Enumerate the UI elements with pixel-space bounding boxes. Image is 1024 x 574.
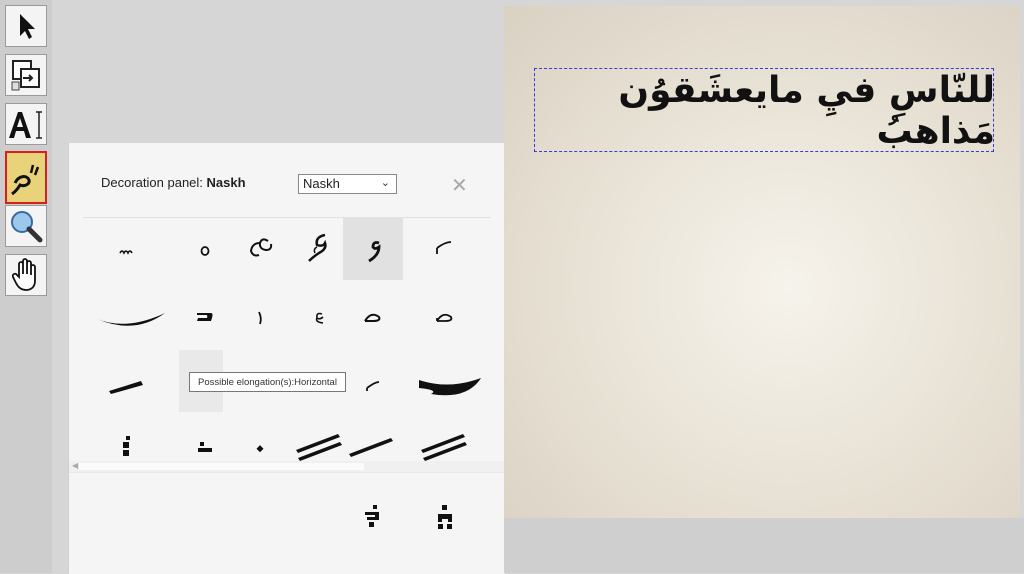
decoration-glyph[interactable] [175, 218, 235, 280]
glyph-grid-overflow [69, 472, 505, 574]
decoration-glyph[interactable] [415, 487, 475, 549]
copy-tool-button[interactable] [5, 54, 47, 96]
cursor-arrow-icon [20, 14, 35, 39]
three-dots-glyph-icon [123, 436, 130, 456]
ain-glyph-icon [249, 238, 273, 257]
dal-glyph-icon [197, 313, 213, 321]
panel-title-prefix: Decoration panel: [101, 175, 203, 190]
tool-palette [0, 0, 52, 573]
decoration-glyph[interactable] [96, 353, 156, 415]
elongation-tooltip: Possible elongation(s):Horizontal [189, 372, 346, 392]
kashida-short-glyph-icon [109, 381, 143, 394]
decoration-glyph[interactable] [343, 487, 403, 549]
decoration-tool-button[interactable] [5, 151, 47, 204]
double-fatha-alt-glyph-icon [421, 434, 467, 461]
chevron-down-icon: ⌄ [380, 177, 390, 189]
close-icon[interactable]: ✕ [451, 175, 468, 195]
panel-style-name: Naskh [206, 175, 246, 190]
workspace-bottom [504, 518, 1024, 573]
alef-glyph-icon [258, 311, 262, 325]
decoration-glyph[interactable] [415, 287, 475, 349]
calligraphy-text[interactable]: للنّاسِ فيِ مايعشَقوُن مَذاهبُ [535, 69, 995, 153]
decoration-glyph[interactable] [96, 218, 156, 280]
zoom-tool-button[interactable] [5, 205, 47, 247]
ornament-glyph-icon [308, 233, 327, 262]
dotted-pe-glyph-icon [365, 505, 379, 527]
scroll-left-icon[interactable]: ◀ [72, 461, 78, 470]
decoration-glyph[interactable] [175, 287, 235, 349]
decoration-glyph[interactable] [343, 353, 403, 415]
glyph-grid-scrollbar[interactable]: ◀ [69, 461, 505, 472]
scrollbar-thumb[interactable] [79, 463, 364, 470]
selected-text-box[interactable]: للنّاسِ فيِ مايعشَقوُن مَذاهبُ [534, 68, 995, 153]
copy-paste-icon [11, 60, 40, 91]
decoration-glyph[interactable] [91, 287, 171, 349]
decoration-panel: Decoration panel: Naskh Naskh ⌄ ✕ Possib… [68, 143, 505, 574]
waw-glyph-icon [368, 241, 381, 263]
decoration-glyph[interactable] [289, 218, 349, 280]
decoration-glyph[interactable] [343, 287, 403, 349]
kashida-long-glyph-icon [97, 313, 165, 326]
style-select-value: Naskh [303, 176, 340, 191]
workspace-background [52, 0, 504, 143]
sad-glyph-icon [436, 313, 453, 322]
two-dots-glyph-icon [198, 442, 212, 452]
decoration-glyph[interactable] [415, 218, 475, 280]
decoration-glyph[interactable] [409, 353, 489, 415]
kasra-small-glyph-icon [366, 381, 380, 391]
kasra-glyph-icon [436, 241, 452, 254]
swash-glyph-icon [419, 378, 481, 396]
text-cursor-icon [9, 111, 42, 139]
sad-small-glyph-icon [364, 313, 381, 322]
decoration-glyph[interactable] [230, 287, 290, 349]
double-fatha-glyph-icon [296, 434, 342, 461]
arabic-diacritic-icon [11, 164, 40, 195]
select-tool-button[interactable] [5, 5, 47, 47]
sheen-dots-glyph-icon [438, 505, 452, 529]
shadda-glyph-icon [119, 250, 133, 255]
decoration-panel-title: Decoration panel: Naskh [101, 175, 246, 190]
decoration-glyph-selected[interactable] [343, 218, 403, 280]
hand-icon [11, 258, 36, 291]
fatha-long-glyph-icon [349, 438, 393, 457]
calligraphy-canvas[interactable]: للنّاسِ فيِ مايعشَقوُن مَذاهبُ [504, 6, 1020, 518]
single-dot-glyph-icon [256, 445, 264, 453]
decoration-glyph[interactable] [230, 218, 290, 280]
style-select[interactable]: Naskh ⌄ [298, 174, 397, 194]
hamza-glyph-icon [315, 312, 324, 324]
magnifier-icon [11, 211, 43, 243]
workspace-edge [1020, 0, 1024, 518]
ha-glyph-icon [200, 246, 210, 256]
pan-tool-button[interactable] [5, 254, 47, 296]
text-tool-button[interactable] [5, 103, 47, 145]
decoration-glyph[interactable] [289, 287, 349, 349]
